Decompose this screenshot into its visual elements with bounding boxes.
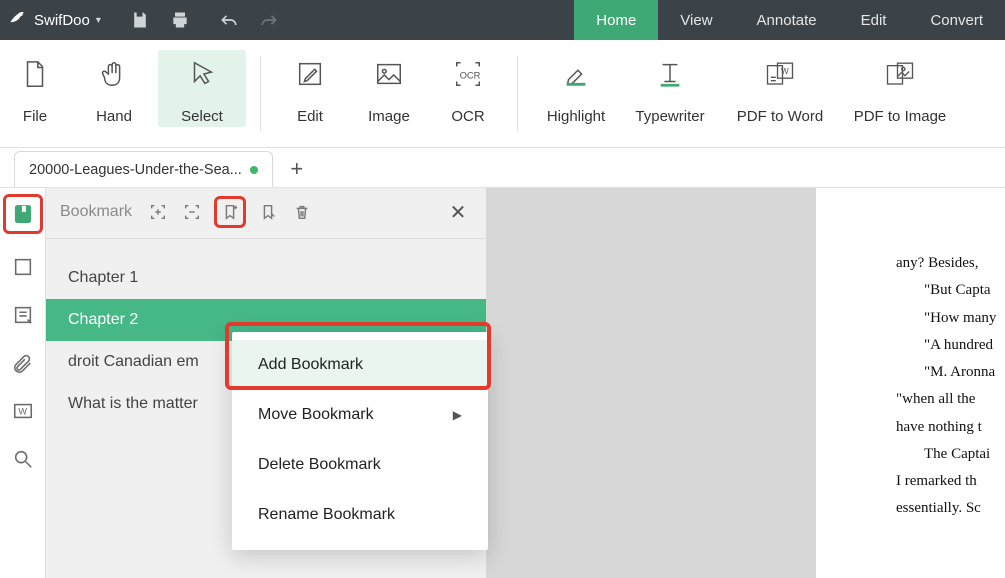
unsaved-dot-icon	[250, 166, 258, 174]
ribbon-file[interactable]: File	[0, 50, 70, 127]
caret-down-icon: ▾	[96, 15, 101, 26]
page-text: I remarked th	[896, 470, 1005, 493]
ribbon-select[interactable]: Select	[158, 50, 246, 127]
ribbon-image[interactable]: Image	[345, 50, 433, 125]
close-panel-button[interactable]: ✕	[444, 200, 472, 225]
ribbon-edit[interactable]: Edit	[275, 50, 345, 125]
ribbon-label: OCR	[451, 108, 484, 125]
workspace: W Bookmark ✕ Chapter 1 Chapter 2 droit C…	[0, 188, 1005, 578]
add-bookmark-icon[interactable]	[218, 200, 242, 224]
document-tab[interactable]: 20000-Leagues-Under-the-Sea...	[14, 151, 273, 187]
titlebar: SwifDoo ▾ Home View Annotate Edit Conver…	[0, 0, 1005, 40]
panel-header: Bookmark ✕	[46, 188, 486, 239]
menu-move-bookmark[interactable]: Move Bookmark ▶	[232, 390, 488, 440]
ribbon-label: Image	[368, 108, 410, 125]
ribbon-pdf-to-image[interactable]: PDF to Image	[840, 50, 960, 125]
document-viewport[interactable]: any? Besides, "But Capta "How many "A hu…	[486, 188, 1005, 578]
ribbon: File Hand Select Edit Image OCR OCR High…	[0, 40, 1005, 148]
ribbon-label: Edit	[297, 108, 323, 125]
rail-bookmark-button[interactable]	[8, 199, 38, 229]
ribbon-label: Hand	[96, 108, 132, 125]
ribbon-hand[interactable]: Hand	[70, 50, 158, 127]
submenu-arrow-icon: ▶	[453, 408, 462, 422]
main-tabs: Home View Annotate Edit Convert	[574, 0, 1005, 40]
tab-edit[interactable]: Edit	[839, 0, 909, 40]
rail-thumbnails-button[interactable]	[8, 252, 38, 282]
doc-tab-title: 20000-Leagues-Under-the-Sea...	[29, 162, 242, 178]
ribbon-highlight[interactable]: Highlight	[532, 50, 620, 125]
tab-convert[interactable]: Convert	[908, 0, 1005, 40]
menu-label: Add Bookmark	[258, 356, 363, 374]
tab-view[interactable]: View	[658, 0, 734, 40]
print-button[interactable]	[160, 10, 200, 30]
ribbon-label: File	[23, 108, 47, 125]
expand-all-icon[interactable]	[146, 200, 170, 224]
ribbon-label: PDF to Image	[854, 108, 947, 125]
app-name: SwifDoo	[34, 12, 90, 29]
page-text: any? Besides,	[896, 252, 1005, 275]
page-text: "M. Aronna	[896, 361, 1005, 384]
redo-button[interactable]	[249, 10, 289, 30]
svg-text:OCR: OCR	[460, 71, 481, 81]
ribbon-pdf-to-word[interactable]: W PDF to Word	[720, 50, 840, 125]
image-icon	[374, 52, 404, 96]
page-text: "A hundred	[896, 334, 1005, 357]
rail-word-button[interactable]: W	[8, 396, 38, 426]
hand-icon	[99, 52, 129, 96]
highlight-annotation	[214, 196, 246, 228]
bird-logo-icon	[8, 8, 28, 32]
menu-rename-bookmark[interactable]: Rename Bookmark	[232, 490, 488, 540]
ribbon-label: Typewriter	[635, 108, 704, 125]
ribbon-label: Highlight	[547, 108, 605, 125]
panel-title: Bookmark	[60, 203, 132, 221]
menu-label: Move Bookmark	[258, 406, 374, 424]
menu-label: Delete Bookmark	[258, 456, 381, 474]
menu-label: Rename Bookmark	[258, 506, 395, 524]
page-text: essentially. Sc	[896, 497, 1005, 520]
page-text: have nothing t	[896, 416, 1005, 439]
menu-add-bookmark[interactable]: Add Bookmark	[232, 340, 488, 390]
app-brand[interactable]: SwifDoo ▾	[0, 8, 111, 32]
collapse-all-icon[interactable]	[180, 200, 204, 224]
document-tabs: 20000-Leagues-Under-the-Sea... +	[0, 148, 1005, 188]
tab-home[interactable]: Home	[574, 0, 658, 40]
delete-bookmark-icon[interactable]	[290, 200, 314, 224]
svg-text:W: W	[781, 66, 789, 76]
typewriter-icon	[655, 52, 685, 96]
rail-search-button[interactable]	[8, 444, 38, 474]
menu-delete-bookmark[interactable]: Delete Bookmark	[232, 440, 488, 490]
highlight-annotation	[3, 194, 43, 234]
svg-text:W: W	[18, 407, 27, 417]
bookmark-context-menu: Add Bookmark Move Bookmark ▶ Delete Bookm…	[232, 332, 488, 550]
edit-square-icon	[295, 52, 325, 96]
rail-annotations-button[interactable]	[8, 300, 38, 330]
page-text: "How many	[896, 307, 1005, 330]
page-text: The Captai	[896, 443, 1005, 466]
save-button[interactable]	[120, 10, 160, 30]
pdf-page: any? Besides, "But Capta "How many "A hu…	[816, 188, 1005, 578]
ribbon-label: PDF to Word	[737, 108, 823, 125]
ribbon-typewriter[interactable]: Typewriter	[620, 50, 720, 125]
add-tab-button[interactable]: +	[283, 155, 311, 183]
page-text: "when all the	[896, 388, 1005, 411]
bookmark-item[interactable]: Chapter 1	[46, 257, 486, 299]
new-sub-bookmark-icon[interactable]	[256, 200, 280, 224]
tab-annotate[interactable]: Annotate	[735, 0, 839, 40]
ocr-icon: OCR	[453, 52, 483, 96]
rail-attachments-button[interactable]	[8, 348, 38, 378]
file-icon	[20, 52, 50, 96]
highlight-icon	[561, 52, 591, 96]
page-text: "But Capta	[896, 279, 1005, 302]
cursor-icon	[187, 52, 217, 96]
left-rail: W	[0, 188, 46, 578]
undo-button[interactable]	[209, 10, 249, 30]
pdf-image-icon	[885, 52, 915, 96]
ribbon-label: Select	[181, 108, 223, 125]
ribbon-ocr[interactable]: OCR OCR	[433, 50, 503, 125]
pdf-word-icon: W	[765, 52, 795, 96]
